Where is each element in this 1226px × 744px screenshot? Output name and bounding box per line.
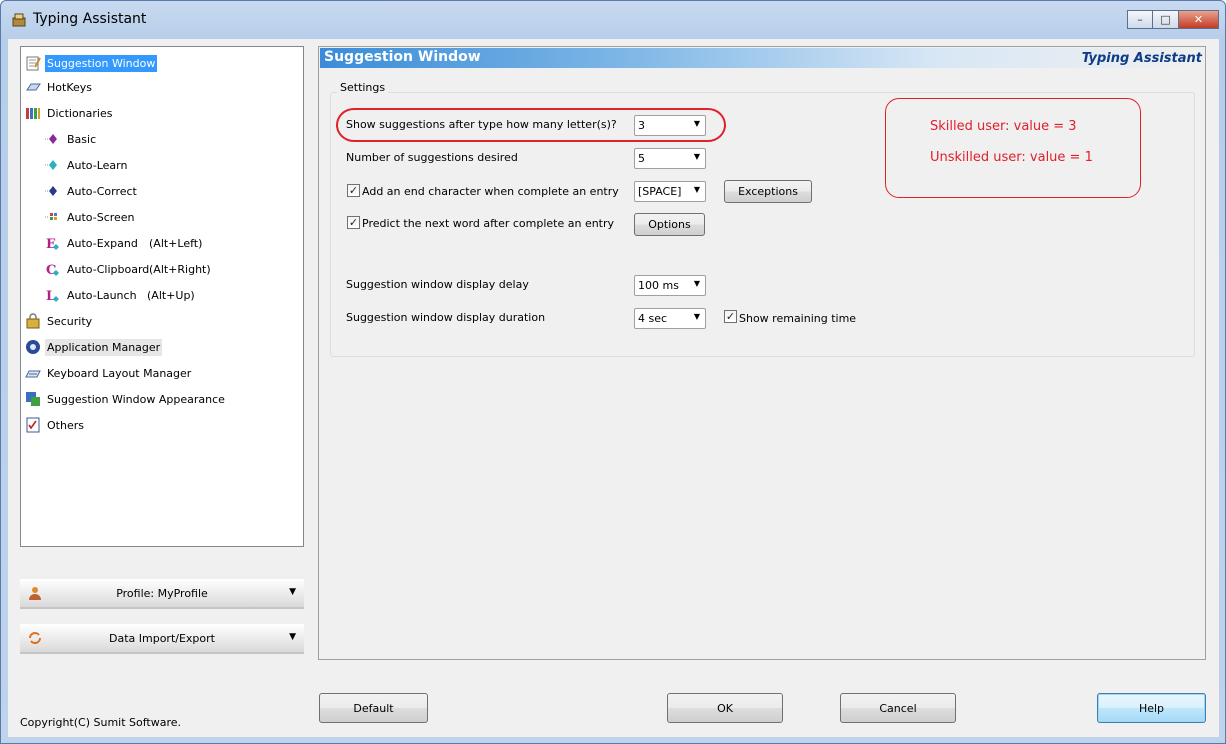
tree-item-auto-launch[interactable]: L Auto-Launch bbox=[45, 283, 139, 307]
title-bar[interactable]: Typing Assistant – □ ✕ bbox=[1, 1, 1225, 39]
tree-item-suggestion-window[interactable]: Suggestion Window bbox=[25, 51, 158, 75]
chevron-down-icon: ▼ bbox=[693, 152, 700, 161]
chevron-down-icon: ▼ bbox=[289, 587, 296, 597]
close-icon: ✕ bbox=[1193, 13, 1204, 26]
letter-l-icon: L bbox=[46, 289, 59, 303]
tree-item-application-manager[interactable]: Application Manager bbox=[25, 335, 163, 359]
help-button[interactable]: Help bbox=[1097, 693, 1206, 723]
grid-icon bbox=[45, 213, 57, 220]
books-icon bbox=[26, 108, 40, 119]
minimize-button[interactable]: – bbox=[1127, 10, 1153, 29]
notepad-icon bbox=[26, 56, 41, 71]
window-controls: – □ ✕ bbox=[1127, 10, 1219, 29]
show-remaining-time-checkbox[interactable]: ✓ bbox=[724, 310, 737, 323]
tree-item-keyboard-layout-manager[interactable]: Keyboard Layout Manager bbox=[25, 361, 193, 385]
tree-item-others[interactable]: Others bbox=[25, 413, 86, 437]
data-import-export-label: Data Import/Export bbox=[109, 631, 215, 645]
display-delay-label: Suggestion window display delay bbox=[346, 278, 529, 291]
tree-item-auto-clipboard[interactable]: C Auto-Clipboard bbox=[45, 257, 151, 281]
appearance-icon bbox=[26, 392, 40, 406]
checklist-icon bbox=[26, 417, 40, 433]
brand-label: Typing Assistant bbox=[1081, 51, 1202, 66]
copyright-text: Copyright(C) Sumit Software. bbox=[20, 716, 182, 729]
lock-icon bbox=[26, 313, 40, 329]
maximize-icon: □ bbox=[1160, 13, 1171, 26]
end-character-select[interactable]: [SPACE] ▼ bbox=[634, 181, 706, 202]
show-remaining-time-label: Show remaining time bbox=[739, 312, 857, 325]
tree-item-hotkeys[interactable]: HotKeys bbox=[25, 75, 94, 99]
auto-expand-shortcut: (Alt+Left) bbox=[149, 237, 203, 250]
chevron-down-icon: ▼ bbox=[693, 119, 700, 128]
letters-label: Show suggestions after type how many let… bbox=[346, 118, 617, 131]
svg-text:E: E bbox=[46, 237, 56, 251]
cyan-diamond-icon bbox=[45, 160, 57, 170]
options-button[interactable]: Options bbox=[634, 213, 705, 236]
display-duration-label: Suggestion window display duration bbox=[346, 311, 546, 324]
window-title: Typing Assistant bbox=[33, 11, 147, 27]
predict-next-word-label: Predict the next word after complete an … bbox=[362, 217, 615, 230]
settings-pane: Suggestion Window Typing Assistant Setti… bbox=[318, 46, 1206, 660]
cancel-button[interactable]: Cancel bbox=[840, 693, 956, 723]
annotation-line-2: Unskilled user: value = 1 bbox=[930, 150, 1093, 165]
chevron-down-icon: ▼ bbox=[693, 279, 700, 288]
app-manager-icon bbox=[26, 340, 40, 354]
ok-button[interactable]: OK bbox=[667, 693, 783, 723]
pane-header: Suggestion Window Typing Assistant bbox=[320, 48, 1204, 68]
auto-launch-shortcut: (Alt+Up) bbox=[147, 289, 195, 302]
letter-e-icon: E bbox=[46, 237, 59, 251]
suggestion-count-select[interactable]: 5 ▼ bbox=[634, 148, 706, 169]
auto-clipboard-shortcut: (Alt+Right) bbox=[149, 263, 211, 276]
tree-item-auto-learn[interactable]: Auto-Learn bbox=[45, 153, 129, 177]
tree-item-suggestion-window-appearance[interactable]: Suggestion Window Appearance bbox=[25, 387, 227, 411]
tree-item-basic[interactable]: Basic bbox=[45, 127, 98, 151]
sync-icon bbox=[29, 632, 41, 644]
display-duration-select[interactable]: 4 sec ▼ bbox=[634, 308, 706, 329]
pane-title: Suggestion Window bbox=[324, 49, 481, 65]
predict-next-word-checkbox[interactable]: ✓ bbox=[347, 216, 360, 229]
profile-label: Profile: MyProfile bbox=[116, 586, 208, 600]
annotation-box: Skilled user: value = 3 Unskilled user: … bbox=[885, 98, 1141, 198]
end-character-label: Add an end character when complete an en… bbox=[362, 185, 619, 198]
svg-text:C: C bbox=[46, 263, 56, 277]
minimize-icon: – bbox=[1137, 13, 1143, 26]
default-button[interactable]: Default bbox=[319, 693, 428, 723]
data-import-export-selector[interactable]: Data Import/Export ▼ bbox=[20, 624, 304, 654]
maximize-button[interactable]: □ bbox=[1153, 10, 1179, 29]
client-area: Suggestion Window HotKeys Dictionaries B… bbox=[8, 39, 1219, 737]
close-button[interactable]: ✕ bbox=[1179, 10, 1219, 29]
letters-select[interactable]: 3 ▼ bbox=[634, 115, 706, 136]
keyboard-icon bbox=[25, 370, 41, 378]
app-icon bbox=[12, 13, 26, 27]
tree-item-auto-screen[interactable]: Auto-Screen bbox=[45, 205, 137, 229]
tree-item-auto-correct[interactable]: Auto-Correct bbox=[45, 179, 139, 203]
tree-item-security[interactable]: Security bbox=[25, 309, 94, 333]
settings-group-title: Settings bbox=[337, 81, 389, 94]
letter-c-icon: C bbox=[46, 263, 59, 277]
chevron-down-icon: ▼ bbox=[289, 632, 296, 642]
end-character-checkbox[interactable]: ✓ bbox=[347, 184, 360, 197]
purple-diamond-icon bbox=[45, 134, 57, 144]
chevron-down-icon: ▼ bbox=[693, 185, 700, 194]
exceptions-button[interactable]: Exceptions bbox=[724, 180, 812, 203]
annotation-line-1: Skilled user: value = 3 bbox=[930, 119, 1077, 134]
profile-selector[interactable]: Profile: MyProfile ▼ bbox=[20, 579, 304, 609]
svg-text:L: L bbox=[46, 289, 55, 303]
tree-item-dictionaries[interactable]: Dictionaries bbox=[25, 101, 114, 125]
blue-diamond-icon bbox=[45, 186, 57, 196]
settings-tree[interactable]: Suggestion Window HotKeys Dictionaries B… bbox=[20, 46, 304, 547]
count-label: Number of suggestions desired bbox=[346, 151, 518, 164]
user-icon bbox=[29, 587, 41, 600]
tree-item-auto-expand[interactable]: E Auto-Expand bbox=[45, 231, 140, 255]
app-window: Typing Assistant – □ ✕ Suggestion Window… bbox=[0, 0, 1226, 744]
keyboard-key-icon bbox=[26, 83, 41, 91]
chevron-down-icon: ▼ bbox=[693, 312, 700, 321]
display-delay-select[interactable]: 100 ms ▼ bbox=[634, 275, 706, 296]
